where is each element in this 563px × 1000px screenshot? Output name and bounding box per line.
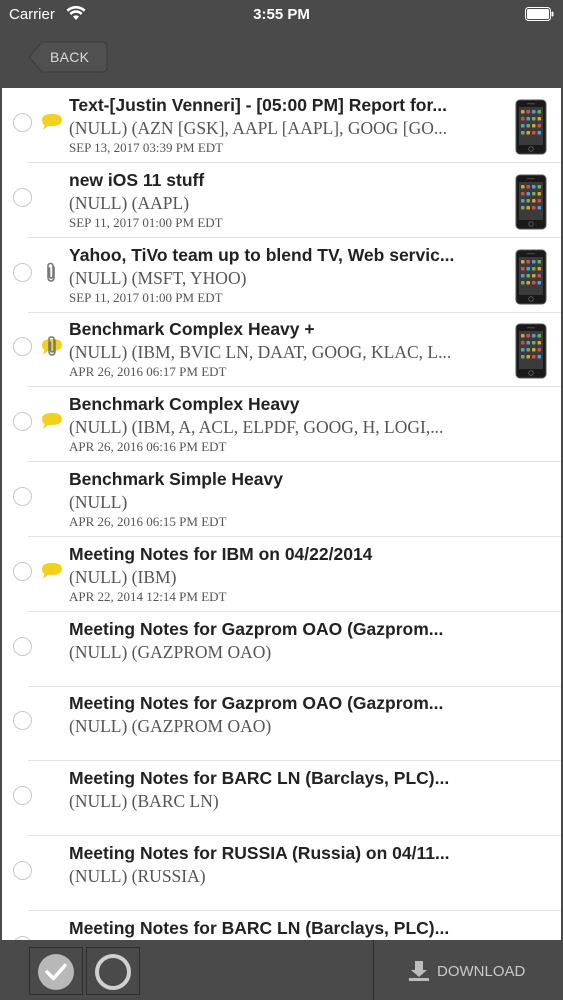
list-item[interactable]: Meeting Notes for BARC LN (Barclays, PLC… bbox=[2, 761, 561, 837]
list-item[interactable]: Meeting Notes for IBM on 04/22/2014 (NULL… bbox=[2, 537, 561, 612]
item-date: SEP 13, 2017 03:39 PM EDT bbox=[69, 140, 224, 155]
list-item[interactable]: Yahoo, TiVo team up to blend TV, Web ser… bbox=[2, 238, 561, 313]
select-circle-icon[interactable] bbox=[13, 487, 32, 506]
download-icon bbox=[409, 961, 429, 981]
item-subtitle: (NULL) (IBM, BVIC LN, DAAT, GOOG, KLAC, … bbox=[69, 342, 452, 363]
item-subtitle: (NULL) (AAPL) bbox=[69, 192, 190, 213]
list-item[interactable]: Meeting Notes for Gazprom OAO (Gazprom..… bbox=[2, 686, 561, 762]
status-time: 3:55 PM bbox=[253, 6, 310, 23]
item-title: new iOS 11 stuff bbox=[69, 169, 205, 190]
list-item[interactable]: Meeting Notes for RUSSIA (Russia) on 04/… bbox=[2, 836, 561, 911]
select-circle-icon[interactable] bbox=[13, 786, 32, 806]
status-bar: Carrier 3:55 PM bbox=[0, 0, 563, 30]
item-date: APR 26, 2016 06:16 PM EDT bbox=[69, 439, 227, 455]
list-item[interactable]: Text-[Justin Venneri] - [05:00 PM] Repor… bbox=[2, 88, 561, 163]
select-circle-icon[interactable] bbox=[13, 561, 32, 581]
select-circle-icon[interactable] bbox=[13, 636, 32, 656]
back-label: BACK bbox=[50, 49, 90, 65]
item-date: APR 26, 2016 06:15 PM EDT bbox=[69, 514, 227, 529]
select-circle-icon[interactable] bbox=[13, 113, 32, 132]
list-item[interactable]: new iOS 11 stuff (NULL) (AAPL) SEP 11, 201… bbox=[2, 163, 561, 238]
phone-device-icon bbox=[515, 99, 547, 155]
list-item[interactable]: Meeting Notes for Gazprom OAO (Gazprom..… bbox=[2, 612, 561, 687]
phone-device-icon bbox=[515, 174, 547, 230]
comment-icon bbox=[40, 411, 64, 433]
item-subtitle: (NULL) bbox=[69, 492, 128, 512]
select-all-button[interactable] bbox=[29, 947, 83, 995]
download-button[interactable]: DOWNLOAD bbox=[374, 940, 563, 1000]
item-title: Benchmark Complex Heavy bbox=[69, 394, 300, 415]
list-item[interactable]: Meeting Notes for BARC LN (Barclays, PLC… bbox=[2, 911, 561, 940]
select-circle-icon[interactable] bbox=[13, 412, 32, 432]
item-subtitle: (NULL) (AZN [GSK], AAPL [AAPL], GOOG [GO… bbox=[69, 118, 447, 138]
empty-circle-icon bbox=[95, 954, 131, 990]
phone-device-icon bbox=[515, 323, 547, 379]
item-subtitle: (NULL) (RUSSIA) bbox=[69, 866, 206, 886]
battery-icon bbox=[525, 7, 554, 21]
item-title: Meeting Notes for BARC LN (Barclays, PLC… bbox=[69, 768, 450, 789]
comment-attachment-icon bbox=[40, 336, 64, 358]
item-title: Meeting Notes for Gazprom OAO (Gazprom..… bbox=[69, 618, 444, 639]
deselect-all-button[interactable] bbox=[86, 947, 140, 995]
item-title: Text-[Justin Venneri] - [05:00 PM] Repor… bbox=[69, 95, 447, 115]
item-date: APR 26, 2016 06:17 PM EDT bbox=[69, 364, 227, 380]
item-subtitle: (NULL) (GAZPROM OAO) bbox=[69, 641, 272, 662]
item-title: Benchmark Complex Heavy + bbox=[69, 319, 315, 340]
select-circle-icon[interactable] bbox=[13, 337, 32, 357]
paperclip-icon bbox=[40, 262, 64, 284]
item-title: Yahoo, TiVo team up to blend TV, Web ser… bbox=[69, 244, 455, 265]
item-date: SEP 11, 2017 01:00 PM EDT bbox=[69, 214, 223, 230]
select-circle-icon[interactable] bbox=[13, 711, 32, 731]
item-subtitle: (NULL) (IBM) bbox=[69, 566, 177, 587]
select-circle-icon[interactable] bbox=[13, 861, 32, 880]
list-item[interactable]: Benchmark Simple Heavy (NULL) APR 26, 2016… bbox=[2, 462, 561, 537]
nav-bar: BACK bbox=[0, 30, 563, 88]
item-title: Meeting Notes for Gazprom OAO (Gazprom..… bbox=[69, 693, 444, 714]
comment-icon bbox=[40, 112, 64, 134]
item-subtitle: (NULL) (GAZPROM OAO) bbox=[69, 716, 272, 737]
item-date: SEP 11, 2017 01:00 PM EDT bbox=[69, 289, 223, 305]
list-item[interactable]: Benchmark Complex Heavy + (NULL) (IBM, BV… bbox=[2, 312, 561, 388]
item-title: Benchmark Simple Heavy bbox=[69, 469, 283, 489]
item-date: APR 22, 2014 12:14 PM EDT bbox=[69, 588, 227, 604]
back-button[interactable]: BACK bbox=[28, 41, 108, 73]
notes-list: Text-[Justin Venneri] - [05:00 PM] Repor… bbox=[2, 88, 561, 940]
select-circle-icon[interactable] bbox=[13, 262, 32, 282]
item-subtitle: (NULL) (BARC LN) bbox=[69, 791, 219, 812]
phone-device-icon bbox=[515, 249, 547, 305]
bottom-toolbar: DOWNLOAD bbox=[0, 940, 563, 1000]
item-subtitle: (NULL) (IBM, A, ACL, ELPDF, GOOG, H, LOG… bbox=[69, 417, 444, 438]
item-subtitle: (NULL) (MSFT, YHOO) bbox=[69, 267, 247, 288]
select-circle-icon[interactable] bbox=[13, 187, 32, 207]
list-item[interactable]: Benchmark Complex Heavy (NULL) (IBM, A, A… bbox=[2, 387, 561, 463]
item-title: Meeting Notes for IBM on 04/22/2014 bbox=[69, 543, 373, 564]
item-title: Meeting Notes for BARC LN (Barclays, PLC… bbox=[69, 917, 450, 938]
download-label: DOWNLOAD bbox=[437, 963, 526, 980]
checkmark-icon bbox=[38, 954, 74, 990]
item-title: Meeting Notes for RUSSIA (Russia) on 04/… bbox=[69, 843, 450, 863]
comment-icon bbox=[40, 561, 64, 583]
